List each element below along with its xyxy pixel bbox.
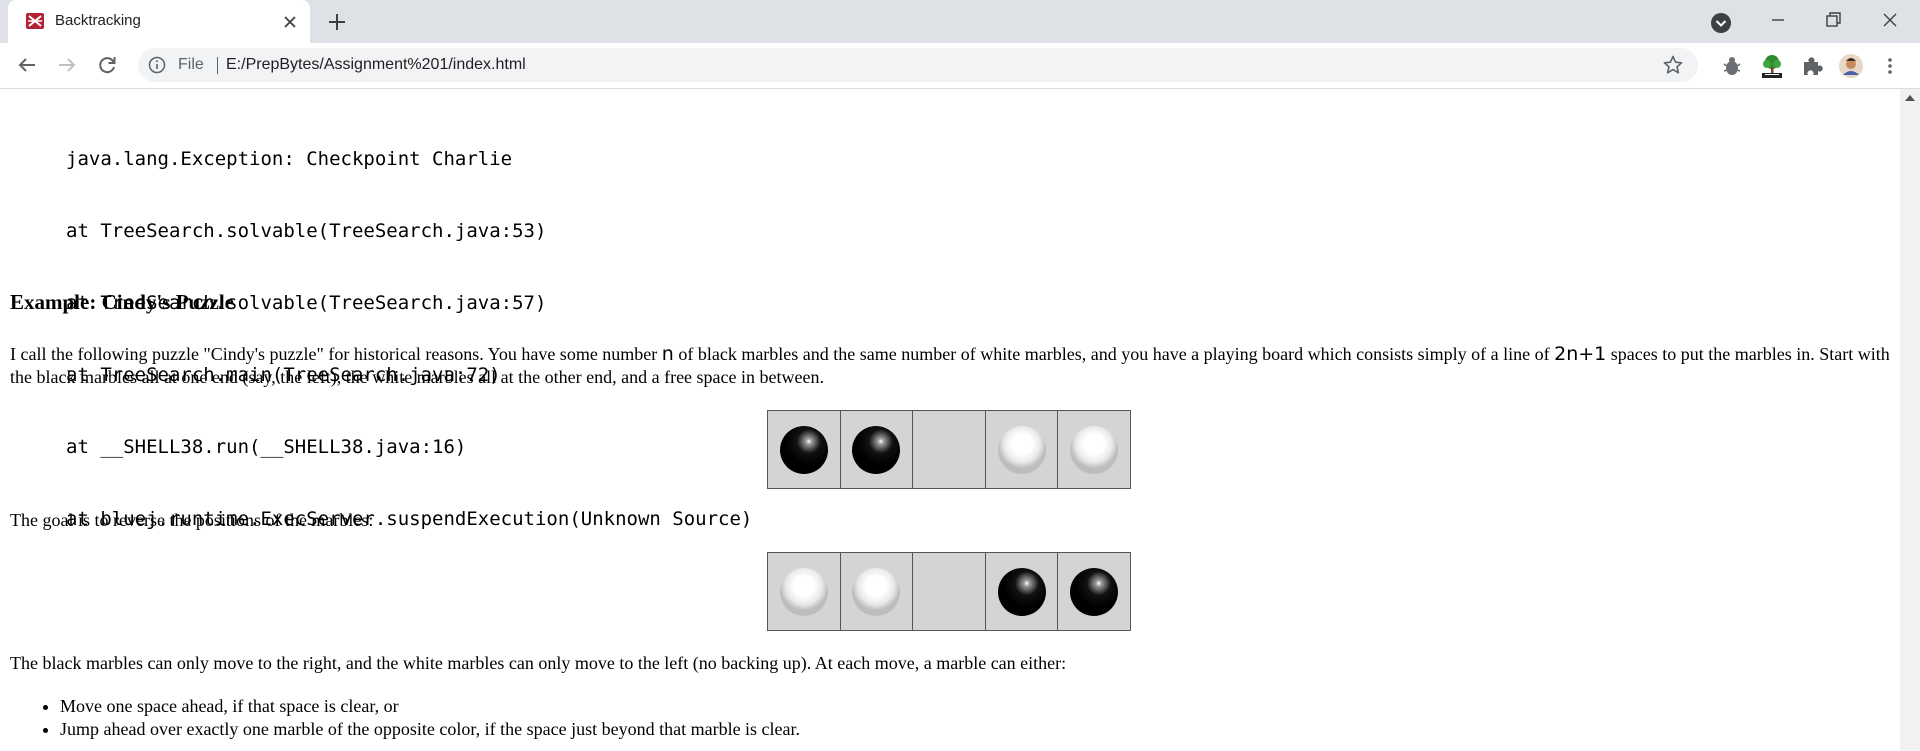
goal-paragraph: The goal is to reverse the positions of … [10, 510, 374, 530]
html-tree-extension-icon[interactable] [1759, 53, 1785, 79]
restore-icon[interactable] [1821, 8, 1845, 32]
url-text[interactable]: E:/PrepBytes/Assignment%201/index.html [226, 56, 526, 74]
black-marble [997, 567, 1046, 616]
menu-kebab-icon[interactable] [1880, 53, 1900, 79]
goal-board-image [767, 552, 1131, 631]
bookmark-star-icon[interactable] [1662, 54, 1684, 76]
board-cell [768, 411, 841, 488]
start-board-image [767, 410, 1131, 489]
stack-trace-line: at __SHELL38.run(__SHELL38.java:16) [66, 436, 467, 458]
list-item: Move one space ahead, if that space is c… [60, 695, 800, 718]
board-cell [913, 553, 986, 630]
black-marble [779, 425, 828, 474]
intro-paragraph: I call the following puzzle "Cindy's puz… [10, 343, 1890, 389]
tab-strip: Backtracking [0, 0, 1920, 43]
black-marble [1070, 567, 1119, 616]
info-icon[interactable] [148, 56, 166, 74]
board-cell [1058, 411, 1130, 488]
reload-icon[interactable] [95, 53, 119, 77]
board-cell [1058, 553, 1130, 630]
board-cell [986, 411, 1059, 488]
address-bar[interactable]: File E:/PrepBytes/Assignment%201/index.h… [138, 48, 1698, 82]
white-marble [1070, 425, 1119, 474]
list-item: Jump ahead over exactly one marble of th… [60, 718, 800, 741]
extensions-puzzle-icon[interactable] [1799, 53, 1825, 79]
tab-title: Backtracking [55, 12, 141, 29]
moves-paragraph: The black marbles can only move to the r… [10, 653, 1067, 673]
board-cell [841, 553, 914, 630]
white-marble [852, 567, 901, 616]
variable-n: n [661, 343, 674, 365]
board-cell [986, 553, 1059, 630]
forward-icon[interactable] [55, 53, 79, 77]
intro-text: of black marbles and the same number of … [673, 344, 1555, 364]
white-marble [779, 567, 828, 616]
window-close-icon[interactable] [1878, 8, 1902, 32]
bug-extension-icon[interactable] [1719, 53, 1745, 79]
board-cell [841, 411, 914, 488]
board-cell [913, 411, 986, 488]
new-tab-icon[interactable] [325, 10, 349, 34]
stack-trace: java.lang.Exception: Checkpoint Charlie … [66, 99, 752, 579]
white-marble [997, 425, 1046, 474]
back-icon[interactable] [15, 53, 39, 77]
intro-text: I call the following puzzle "Cindy's puz… [10, 344, 662, 364]
scheme-label: File [178, 56, 204, 73]
scroll-up-arrow-icon[interactable] [1905, 93, 1915, 101]
minimize-icon[interactable] [1766, 8, 1790, 32]
stack-trace-line: at TreeSearch.solvable(TreeSearch.java:5… [66, 220, 547, 242]
page-content: java.lang.Exception: Checkpoint Charlie … [0, 89, 1900, 751]
black-marble [852, 425, 901, 474]
move-rules-list: Move one space ahead, if that space is c… [10, 695, 800, 741]
browser-toolbar: File E:/PrepBytes/Assignment%201/index.h… [0, 43, 1920, 89]
close-tab-icon[interactable] [280, 12, 300, 32]
tab-search-icon[interactable] [1710, 12, 1732, 34]
vertical-scrollbar[interactable] [1900, 89, 1920, 751]
profile-avatar-icon[interactable] [1838, 53, 1864, 79]
section-heading: Example: Cindy's Puzzle [10, 290, 234, 314]
favicon-icon [26, 13, 44, 29]
tab-backtracking[interactable]: Backtracking [8, 0, 310, 43]
url-separator [217, 57, 218, 74]
stack-trace-line: java.lang.Exception: Checkpoint Charlie [66, 148, 513, 170]
variable-2n-plus-1: 2n+1 [1554, 343, 1607, 365]
board-cell [768, 553, 841, 630]
